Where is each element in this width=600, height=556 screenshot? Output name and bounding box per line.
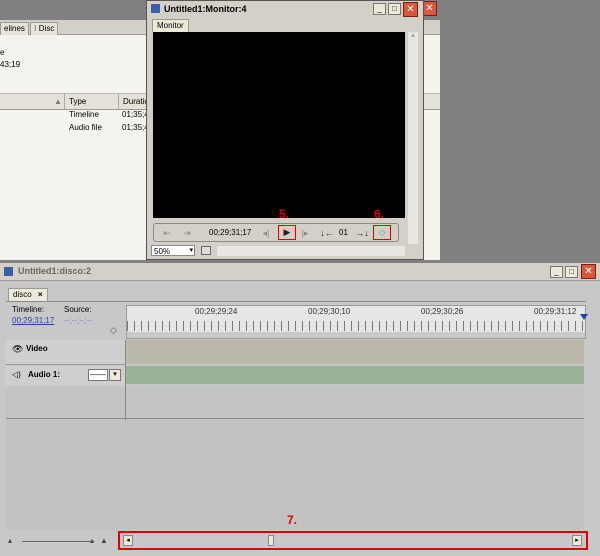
current-timecode: 00;29;31;17 [209,228,252,237]
maximize-icon[interactable]: □ [388,3,401,15]
close-icon[interactable]: ✕ [403,2,418,17]
app-icon [151,4,160,13]
tab-disco[interactable]: disco × [8,288,48,301]
chevron-down-icon: ▾ [189,247,193,254]
app-icon [4,267,13,276]
tab-monitor[interactable]: Monitor [152,19,189,32]
row-type: Timeline [69,110,99,119]
zoom-slider-track[interactable] [22,541,94,542]
timeline-label: Timeline: [12,305,45,314]
monitor-vertical-scrollbar[interactable]: ▲ [408,32,418,244]
row-duration: 01;35;4 [122,123,149,132]
playhead-icon[interactable] [580,314,588,320]
maximize-icon[interactable]: □ [565,266,578,278]
sort-arrow-icon[interactable]: ▲ [54,97,62,106]
timeline-titlebar[interactable]: Untitled1:disco:2 _ □ ✕ [0,263,600,281]
project-info-line-1: e [0,48,5,57]
tab-timelines[interactable]: elines [0,22,29,35]
tab-disc[interactable]: ⁝ Disc [30,22,59,35]
zoom-value: 50% [154,247,171,256]
go-to-out-icon[interactable]: →↓ [355,227,369,239]
video-track-header[interactable]: 👁 Video [6,340,125,365]
callout-7: 7. [287,513,298,527]
audio-track-header[interactable]: ◁) Audio 1: —— ▾ [6,366,125,387]
tick-label: 00;29;30;10 [308,307,351,316]
divider [6,301,586,302]
timeline-timecode[interactable]: 00;29;31;17 [12,316,54,325]
audio-mode-select[interactable]: —— [88,369,108,381]
callout-6: 6. [374,207,385,221]
window-title: Untitled1:Monitor:4 [164,4,247,14]
video-track-area[interactable] [126,340,584,364]
window-title: Untitled1:disco:2 [18,266,92,276]
row-duration: 01;35;4 [122,110,149,119]
scroll-left-icon[interactable]: ◂ [123,535,133,546]
timeline-horizontal-scrollbar[interactable]: ◂ ▸ [118,531,588,550]
step-forward-icon[interactable]: |▸ [299,227,311,239]
step-back-icon[interactable]: ◂| [260,227,272,239]
monitor-titlebar[interactable]: Untitled1:Monitor:4 _ □ ✕ [147,1,423,17]
column-type[interactable]: Type [64,94,119,109]
zoom-in-icon[interactable]: ▲ [100,536,108,545]
minimize-icon[interactable]: _ [373,3,386,15]
tick-label: 00;29;30;26 [421,307,464,316]
time-ruler[interactable]: 00;29;29;24 00;29;30;10 00;29;30;26 00;2… [126,305,588,339]
play-button[interactable]: ▶ [278,225,296,240]
row-type: Audio file [69,123,102,132]
go-to-in-icon[interactable]: ↓← [320,227,334,239]
work-area-bar[interactable] [127,332,585,338]
in-out-count: 01 [339,228,348,237]
timeline-tabbar: disco × [0,281,600,301]
video-track-label: Video [26,344,48,353]
monitor-window: Untitled1:Monitor:4 _ □ ✕ Monitor ▲ ⇤ ⇥ … [146,0,424,260]
chevron-down-icon[interactable]: ▾ [109,369,121,381]
zoom-out-icon[interactable]: ▴ [8,536,12,545]
callout-5: 5. [279,207,290,221]
eye-icon[interactable]: 👁 [12,344,23,355]
minimize-icon[interactable]: _ [550,266,563,278]
audio-track-area[interactable] [126,366,584,384]
audio-track-label: Audio 1: [28,370,60,379]
tick-label: 00;29;31;12 [534,307,577,316]
scroll-thumb[interactable] [268,535,274,546]
speaker-icon[interactable]: ◁) [12,370,21,379]
monitor-horizontal-scrollbar[interactable] [217,246,405,256]
audio-track-expanded [6,386,584,419]
zoom-slider-thumb[interactable]: ▴ [90,536,94,545]
mark-out-icon[interactable]: ⇥ [180,227,194,239]
add-marker-button[interactable]: ◇ [373,225,391,240]
close-tab-icon[interactable]: × [38,290,43,299]
project-info-line-2: 43;19 [0,60,21,69]
monitor-screen [153,32,405,218]
safe-margins-icon[interactable] [201,246,211,255]
close-icon[interactable]: ✕ [581,264,596,279]
add-marker-icon[interactable]: ◇ [110,325,117,336]
zoom-select[interactable]: 50% ▾ [151,245,195,256]
background-close-icon[interactable]: ✕ [422,1,437,16]
ruler-ticks [127,321,585,331]
tick-label: 00;29;29;24 [195,307,238,316]
transport-controls: ⇤ ⇥ 00;29;31;17 ◂| ▶ |▸ ↓← 01 →↓ ◇ [153,223,399,242]
source-label: Source: [64,305,92,314]
source-timecode[interactable]: --;--;--;-- [64,316,92,325]
mark-in-icon[interactable]: ⇤ [160,227,174,239]
scroll-right-icon[interactable]: ▸ [572,535,582,546]
scroll-up-icon[interactable]: ▲ [408,32,418,39]
